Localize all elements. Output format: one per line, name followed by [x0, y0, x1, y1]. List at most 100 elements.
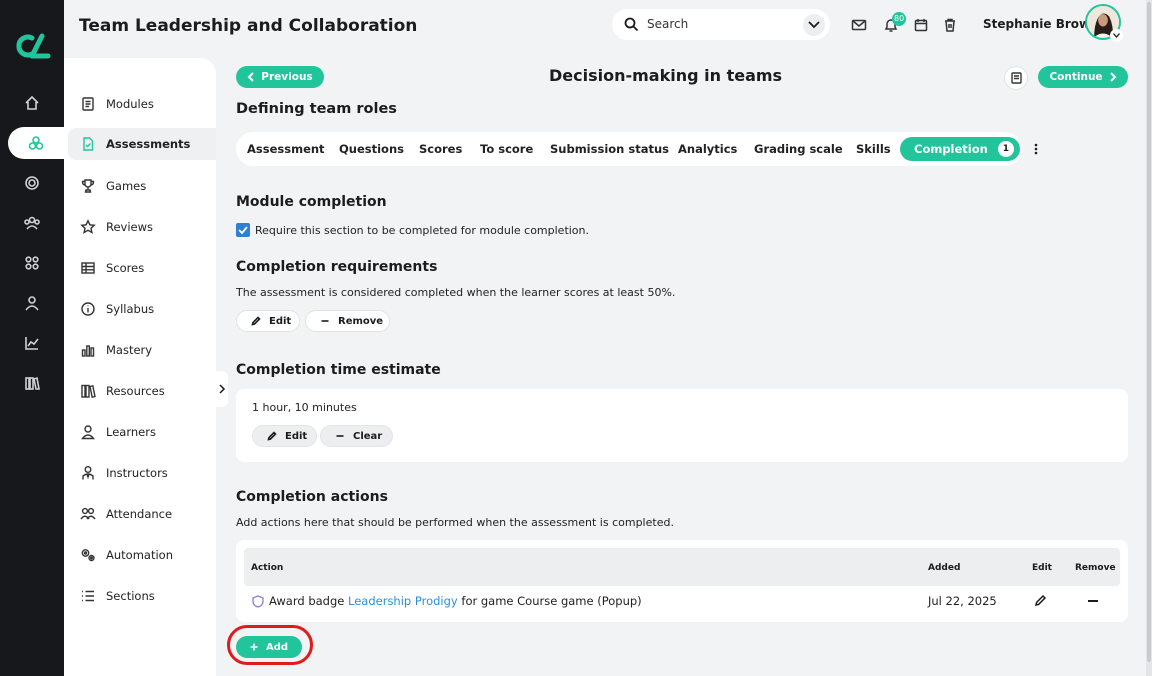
continue-button[interactable]: Continue	[1038, 66, 1128, 88]
remove-label: Remove	[338, 315, 384, 327]
sidebar-item-label: Instructors	[106, 466, 168, 480]
sidebar-item-label: Sections	[106, 589, 155, 603]
page-scrollbar[interactable]	[1146, 0, 1152, 676]
time-estimate-value: 1 hour, 10 minutes	[252, 401, 357, 414]
pencil-icon[interactable]	[1034, 594, 1047, 607]
home-icon[interactable]	[0, 87, 64, 119]
require-completion-label[interactable]: Require this section to be completed for…	[255, 224, 589, 237]
require-completion-checkbox[interactable]	[236, 223, 250, 237]
minus-icon[interactable]	[1088, 600, 1098, 602]
tab-assessment[interactable]: Assessment	[247, 132, 325, 166]
edit-label: Edit	[285, 430, 308, 442]
tab-questions[interactable]: Questions	[339, 132, 404, 166]
sidebar-item-assessments[interactable]: Assessments	[68, 128, 216, 160]
library-icon[interactable]	[0, 367, 64, 399]
search-box[interactable]: Search	[612, 9, 830, 40]
tab-scores[interactable]: Scores	[419, 132, 462, 166]
sidebar-item-modules[interactable]: Modules	[68, 88, 216, 120]
scrollbar-thumb[interactable]	[1147, 2, 1151, 662]
check-icon	[238, 226, 248, 234]
search-placeholder[interactable]: Search	[647, 17, 688, 31]
time-estimate-edit-button[interactable]: Edit	[252, 425, 317, 447]
action-prefix: Award badge	[269, 594, 349, 608]
user-name[interactable]: Stephanie Brown	[983, 17, 1099, 31]
tab-completion-label: Completion	[914, 142, 988, 156]
tab-completion[interactable]: Completion 1	[900, 137, 1020, 161]
sidebar-item-label: Attendance	[106, 507, 173, 521]
edit-label: Edit	[269, 315, 292, 327]
books-icon	[80, 383, 96, 399]
column-header-added: Added	[928, 563, 961, 573]
sidebar-item-games[interactable]: Games	[68, 170, 216, 202]
course-logo[interactable]	[12, 32, 52, 60]
requirements-remove-button[interactable]: Remove	[305, 310, 390, 332]
tab-submission-status[interactable]: Submission status	[550, 132, 669, 166]
book-button[interactable]	[1004, 66, 1028, 90]
book-icon	[1011, 72, 1022, 84]
column-header-edit: Edit	[1032, 563, 1052, 573]
minus-icon	[321, 320, 329, 322]
sidebar-item-scores[interactable]: Scores	[68, 252, 216, 284]
app-rail	[0, 0, 64, 676]
sidebar-item-syllabus[interactable]: Syllabus	[68, 293, 216, 325]
sidebar-item-resources[interactable]: Resources	[68, 375, 216, 407]
tab-analytics[interactable]: Analytics	[678, 132, 737, 166]
previous-button[interactable]: Previous	[236, 66, 324, 88]
time-estimate-clear-button[interactable]: Clear	[320, 425, 393, 447]
courses-icon[interactable]	[8, 127, 64, 159]
shield-icon	[252, 595, 264, 608]
more-options-icon[interactable]	[1030, 141, 1042, 157]
analytics-icon[interactable]	[0, 327, 64, 359]
column-header-action: Action	[251, 563, 284, 573]
clear-label: Clear	[353, 430, 383, 442]
action-added-date: Jul 22, 2025	[928, 594, 997, 608]
target-icon[interactable]	[0, 167, 64, 199]
bar-chart-icon	[80, 342, 96, 358]
star-icon	[80, 219, 96, 235]
minus-icon	[336, 435, 344, 437]
previous-label: Previous	[261, 71, 313, 83]
sidebar-item-attendance[interactable]: Attendance	[68, 498, 216, 530]
sidebar-item-label: Automation	[106, 548, 173, 562]
chevron-right-icon	[219, 384, 226, 394]
attendance-icon	[80, 506, 96, 522]
badge-link[interactable]: Leadership Prodigy	[348, 594, 458, 608]
requirements-text: The assessment is considered completed w…	[236, 286, 676, 299]
calendar-icon[interactable]	[913, 17, 929, 33]
trash-icon[interactable]	[942, 17, 958, 33]
highlight-annotation	[227, 625, 313, 665]
action-description: Award badge Leadership Prodigy for game …	[269, 594, 642, 608]
completion-requirements-heading: Completion requirements	[236, 259, 438, 275]
page-title: Decision-making in teams	[549, 66, 783, 85]
tab-count-badge: 1	[997, 141, 1014, 157]
sidebar-collapse-toggle[interactable]	[216, 371, 228, 407]
sidebar-item-label: Assessments	[106, 137, 191, 151]
tab-skills[interactable]: Skills	[856, 132, 891, 166]
sidebar-item-reviews[interactable]: Reviews	[68, 211, 216, 243]
sidebar-item-instructors[interactable]: Instructors	[68, 457, 216, 489]
modules-icon	[80, 96, 96, 112]
sidebar-item-sections[interactable]: Sections	[68, 580, 216, 612]
groups-icon[interactable]	[0, 207, 64, 239]
sidebar-item-mastery[interactable]: Mastery	[68, 334, 216, 366]
chevron-left-icon	[247, 72, 255, 82]
instructor-icon	[80, 465, 96, 481]
requirements-edit-button[interactable]: Edit	[236, 310, 300, 332]
completion-actions-heading: Completion actions	[236, 489, 388, 505]
person-icon	[80, 424, 96, 440]
sidebar-item-label: Reviews	[106, 220, 154, 234]
apps-icon[interactable]	[0, 247, 64, 279]
sidebar-item-automation[interactable]: Automation	[68, 539, 216, 571]
tab-grading-scale[interactable]: Grading scale	[754, 132, 843, 166]
profile-icon[interactable]	[0, 287, 64, 319]
chevron-down-icon	[1113, 33, 1120, 38]
sidebar-item-label: Scores	[106, 261, 145, 275]
account-menu-toggle[interactable]	[1110, 29, 1123, 42]
action-suffix: for game Course game (Popup)	[457, 594, 642, 608]
completion-actions-description: Add actions here that should be performe…	[236, 516, 674, 529]
sidebar-item-label: Mastery	[106, 343, 153, 357]
mail-icon[interactable]	[851, 17, 867, 33]
sidebar-item-learners[interactable]: Learners	[68, 416, 216, 448]
search-filter-dropdown[interactable]	[803, 14, 825, 36]
tab-to-score[interactable]: To score	[480, 132, 533, 166]
